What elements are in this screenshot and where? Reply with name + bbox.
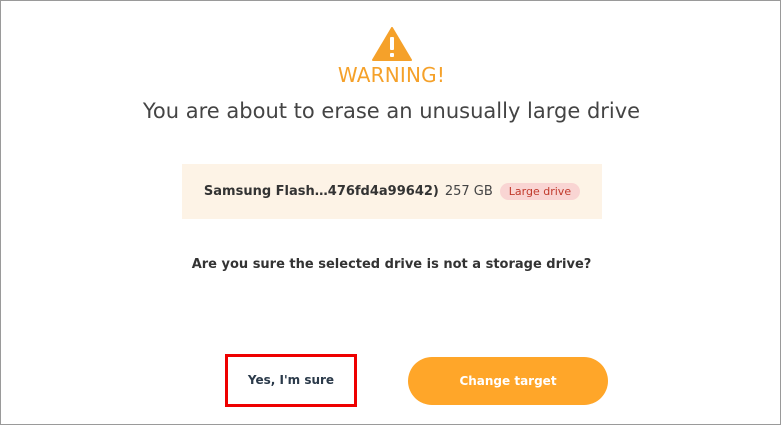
confirm-button[interactable]: Yes, I'm sure	[232, 360, 350, 400]
warning-icon	[372, 27, 412, 61]
change-target-button[interactable]: Change target	[408, 357, 608, 405]
warning-label: WARNING!	[337, 63, 446, 87]
drive-size: 257 GB	[444, 184, 493, 199]
drive-name: Samsung Flash…476fd4a99642)	[203, 184, 439, 199]
large-drive-badge: Large drive	[499, 183, 581, 200]
confirmation-question: Are you sure the selected drive is not a…	[191, 257, 592, 272]
selected-drive-info: Samsung Flash…476fd4a99642) 257 GB Large…	[182, 164, 602, 219]
warning-dialog: WARNING! You are about to erase an unusu…	[0, 0, 781, 425]
dialog-headline: You are about to erase an unusually larg…	[142, 99, 641, 123]
